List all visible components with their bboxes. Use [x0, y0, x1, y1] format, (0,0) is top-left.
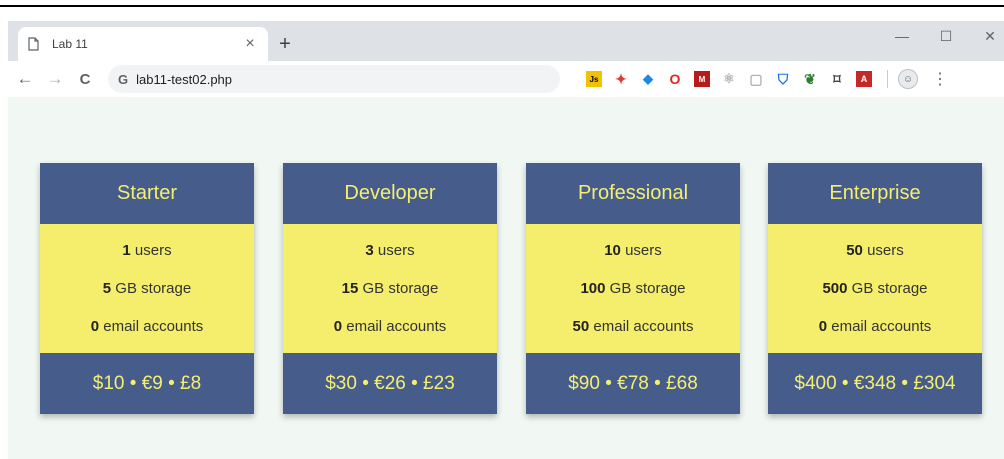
tab-close-icon[interactable]: ×: [242, 35, 258, 53]
feature-email: 0 email accounts: [90, 318, 204, 335]
opera-icon[interactable]: O: [667, 71, 683, 87]
js-icon[interactable]: Js: [586, 71, 602, 87]
browser-toolbar: ← → C G lab11-test02.php Js ✦ ◆ O M ⚛ ▢ …: [8, 61, 1004, 97]
feature-storage: 500 GB storage: [822, 280, 928, 297]
menu-icon[interactable]: ⋮: [932, 69, 948, 89]
feature-users: 1 users: [122, 242, 172, 259]
plan-price: $30 • €26 • £23: [283, 353, 497, 414]
plan-name: Starter: [40, 163, 254, 224]
back-button[interactable]: ←: [12, 66, 38, 92]
plan-features: 1 users 5 GB storage 0 email accounts: [40, 224, 254, 353]
close-window-button[interactable]: ✕: [970, 23, 1004, 49]
forward-button[interactable]: →: [42, 66, 68, 92]
extensions-row: Js ✦ ◆ O M ⚛ ▢ ⛉ ❦ ⌑ A ☺ ⋮: [586, 69, 948, 89]
plan-name: Professional: [526, 163, 740, 224]
plan-price: $400 • €348 • £304: [768, 353, 982, 414]
plan-price: $90 • €78 • £68: [526, 353, 740, 414]
shield-icon[interactable]: ⛉: [775, 71, 791, 87]
plan-features: 50 users 500 GB storage 0 email accounts: [768, 224, 982, 353]
top-rule: [0, 5, 1004, 7]
monitor-icon[interactable]: M: [694, 71, 710, 87]
tab-title: Lab 11: [52, 37, 88, 51]
google-icon: G: [118, 71, 129, 87]
feature-email: 0 email accounts: [333, 318, 447, 335]
plan-features: 10 users 100 GB storage 50 email account…: [526, 224, 740, 353]
screenshot-icon[interactable]: ⌑: [829, 71, 845, 87]
pricing-card-developer: Developer 3 users 15 GB storage 0 email …: [283, 163, 497, 414]
new-tab-button[interactable]: +: [271, 30, 299, 58]
minimize-button[interactable]: —: [882, 23, 922, 49]
reload-button[interactable]: C: [72, 66, 98, 92]
feature-email: 0 email accounts: [818, 318, 932, 335]
url-text: lab11-test02.php: [136, 71, 233, 87]
address-bar[interactable]: G lab11-test02.php: [108, 65, 560, 93]
maximize-button[interactable]: ☐: [926, 23, 966, 49]
document-icon: [28, 37, 40, 51]
page-content: Starter 1 users 5 GB storage 0 email acc…: [8, 97, 1004, 459]
feature-storage: 5 GB storage: [102, 280, 192, 297]
evernote-icon[interactable]: ❦: [802, 71, 818, 87]
pdf-icon[interactable]: A: [856, 71, 872, 87]
plan-features: 3 users 15 GB storage 0 email accounts: [283, 224, 497, 353]
feature-storage: 100 GB storage: [580, 280, 686, 297]
plan-name: Developer: [283, 163, 497, 224]
pricing-card-enterprise: Enterprise 50 users 500 GB storage 0 ema…: [768, 163, 982, 414]
tab-lab11[interactable]: Lab 11 ×: [18, 27, 268, 61]
plan-name: Enterprise: [768, 163, 982, 224]
react-icon[interactable]: ⚛: [721, 71, 737, 87]
feature-storage: 15 GB storage: [341, 280, 439, 297]
pricing-card-professional: Professional 10 users 100 GB storage 50 …: [526, 163, 740, 414]
browser-window: Lab 11 × + — ☐ ✕ ← → C G lab11-test02.ph…: [8, 21, 1004, 97]
feature-users: 50 users: [846, 242, 904, 259]
pricing-card-starter: Starter 1 users 5 GB storage 0 email acc…: [40, 163, 254, 414]
gem-icon[interactable]: ◆: [640, 71, 656, 87]
feature-users: 3 users: [365, 242, 415, 259]
avatar[interactable]: ☺: [898, 69, 918, 89]
feature-email: 50 email accounts: [572, 318, 694, 335]
toolbar-separator: [887, 70, 888, 88]
dashed-box-icon[interactable]: ▢: [748, 71, 764, 87]
color-wheel-icon[interactable]: ✦: [613, 71, 629, 87]
plan-price: $10 • €9 • £8: [40, 353, 254, 414]
feature-users: 10 users: [604, 242, 662, 259]
tab-strip: Lab 11 × + — ☐ ✕: [8, 21, 1004, 61]
